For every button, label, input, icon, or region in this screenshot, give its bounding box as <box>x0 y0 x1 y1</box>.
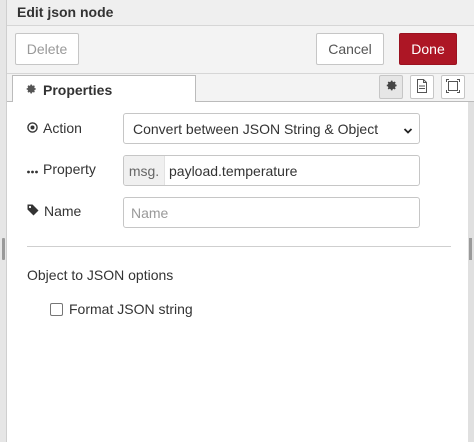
property-type-selector[interactable]: msg. <box>124 156 165 185</box>
dot-circle-icon <box>27 120 38 136</box>
ellipsis-icon <box>27 161 38 177</box>
property-label: Property <box>43 161 96 177</box>
right-resize-handle[interactable] <box>469 238 472 260</box>
tag-icon <box>27 203 39 219</box>
left-resize-handle[interactable] <box>2 238 5 260</box>
properties-tab-button[interactable] <box>379 75 403 99</box>
property-input-value[interactable]: payload.temperature <box>169 163 297 179</box>
gear-icon <box>25 82 37 98</box>
document-icon <box>416 78 428 96</box>
done-button[interactable]: Done <box>399 33 457 65</box>
property-row-label: Property <box>27 161 96 177</box>
right-scrollbar[interactable] <box>468 102 474 442</box>
tab-properties[interactable]: Properties <box>12 75 196 103</box>
name-label: Name <box>44 203 82 219</box>
frame-icon <box>446 78 460 96</box>
format-json-checkbox[interactable] <box>50 303 63 316</box>
action-row-label: Action <box>27 120 82 136</box>
name-row-label: Name <box>27 203 81 219</box>
tab-properties-label: Properties <box>43 81 113 98</box>
chevron-down-icon <box>403 123 413 139</box>
tab-strip: Properties <box>7 74 474 103</box>
cancel-button[interactable]: Cancel <box>316 33 384 65</box>
format-json-label[interactable]: Format JSON string <box>69 301 193 317</box>
action-select-value: Convert between JSON String & Object <box>133 120 379 137</box>
object-to-json-options-title: Object to JSON options <box>27 267 174 283</box>
appearance-tab-button[interactable] <box>441 75 465 99</box>
name-input[interactable] <box>123 197 420 228</box>
property-typed-input[interactable]: msg. payload.temperature <box>123 155 420 186</box>
section-divider <box>27 246 451 247</box>
toolbar: Delete Cancel Done <box>7 26 474 74</box>
gear-icon <box>385 79 398 95</box>
dialog-title: Edit json node <box>17 4 114 20</box>
edit-json-node-dialog: Edit json node Delete Cancel Done Proper… <box>0 0 474 442</box>
action-select[interactable]: Convert between JSON String & Object <box>123 113 420 144</box>
delete-button[interactable]: Delete <box>15 33 79 65</box>
action-label: Action <box>43 120 82 136</box>
properties-panel: Action Convert between JSON String & Obj… <box>7 102 468 442</box>
left-gutter <box>0 0 7 442</box>
description-tab-button[interactable] <box>410 75 434 99</box>
title-bar: Edit json node <box>7 0 474 26</box>
